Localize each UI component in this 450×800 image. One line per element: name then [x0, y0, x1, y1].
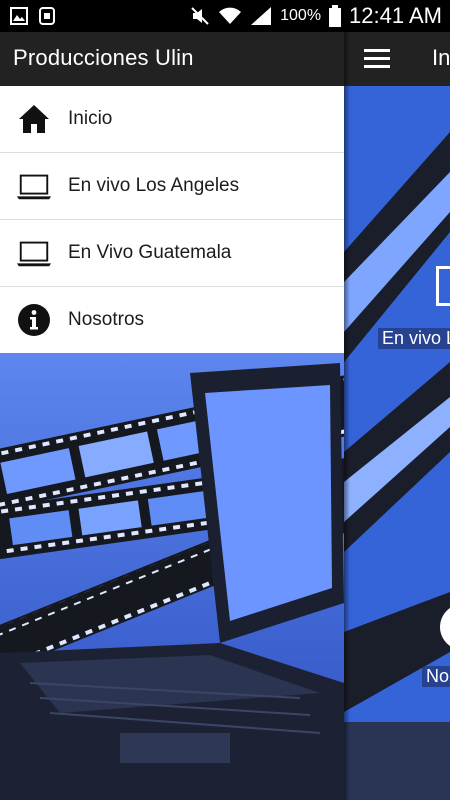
- menu-item-label: Nosotros: [68, 309, 145, 330]
- wifi-icon: [219, 7, 242, 24]
- laptop-icon: [16, 235, 52, 271]
- menu-item-inicio[interactable]: Inicio: [0, 86, 344, 153]
- drawer-shadow: [344, 32, 350, 800]
- signal-icon: [251, 7, 272, 25]
- menu-item-en-vivo-guatemala[interactable]: En Vivo Guatemala: [0, 220, 344, 287]
- drawer-header: Producciones Ulin: [0, 32, 344, 86]
- notification-app-icon: [39, 7, 55, 25]
- menu-item-label: Inicio: [68, 108, 113, 129]
- navigation-drawer: Producciones Ulin Inicio En vivo Los Ang…: [0, 32, 344, 800]
- home-icon: [16, 101, 52, 137]
- laptop-icon: [436, 266, 450, 306]
- menu-item-nosotros[interactable]: Nosotros: [0, 287, 344, 353]
- drawer-title: Producciones Ulin: [13, 45, 194, 70]
- menu-item-en-vivo-los-angeles[interactable]: En vivo Los Angeles: [0, 153, 344, 220]
- image-icon: [10, 7, 28, 25]
- clock: 12:41 AM: [349, 3, 442, 28]
- battery-icon: [329, 5, 342, 27]
- drawer-background-image: [0, 353, 344, 800]
- menu-item-label: En Vivo Guatemala: [68, 242, 232, 263]
- main-page-title: In: [432, 45, 450, 70]
- main-app-bar: In: [344, 32, 450, 86]
- mute-icon: [191, 7, 209, 25]
- menu-item-label: En vivo Los Angeles: [68, 175, 240, 196]
- main-page-underlay: In En vivo L No: [344, 32, 450, 800]
- laptop-icon: [16, 168, 52, 204]
- main-tile-label[interactable]: En vivo L: [378, 328, 450, 349]
- status-bar: 100% 12:41 AM: [0, 0, 450, 32]
- hamburger-icon[interactable]: [364, 49, 390, 69]
- main-tile-label[interactable]: No: [422, 666, 450, 687]
- drawer-menu: Inicio En vivo Los Angeles En Vivo Guate…: [0, 86, 344, 353]
- battery-percent: 100%: [280, 7, 322, 24]
- info-icon: [16, 302, 52, 338]
